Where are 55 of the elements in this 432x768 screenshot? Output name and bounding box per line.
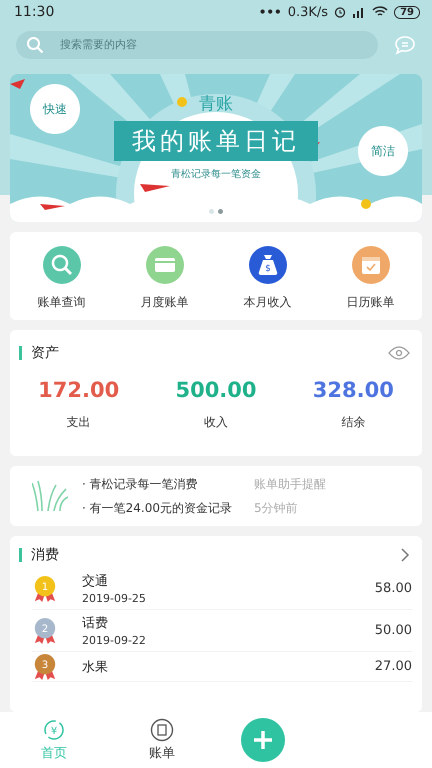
money-bag-icon: $ xyxy=(248,246,286,284)
message-icon[interactable] xyxy=(394,35,416,55)
brand-name: 青账 xyxy=(199,93,233,115)
search-icon xyxy=(26,36,44,54)
expense-name: 水果 xyxy=(82,658,109,676)
expense-name: 话费 xyxy=(82,615,109,632)
stat-label: 结余 xyxy=(341,414,366,431)
wifi-icon xyxy=(372,6,388,18)
expense-amount: 27.00 xyxy=(374,659,412,674)
expense-date: 2019-09-22 xyxy=(82,634,147,647)
notice-text: · 青松记录每一笔消费 xyxy=(82,476,199,492)
status-time: 11:30 xyxy=(14,4,54,20)
stat-value: 172.00 xyxy=(38,378,120,402)
expense-amount: 50.00 xyxy=(374,623,412,638)
status-dots: ••• xyxy=(258,5,282,19)
stat-label: 收入 xyxy=(204,414,228,431)
page-dot[interactable] xyxy=(209,209,214,214)
expense-name: 交通 xyxy=(82,573,109,590)
bubble-text: 快速 xyxy=(43,100,67,118)
eye-icon[interactable] xyxy=(388,346,410,360)
section-title: 资产 xyxy=(31,344,59,362)
notice-meta: 账单助手提醒 xyxy=(254,476,326,492)
grass-icon xyxy=(32,479,68,513)
banner[interactable]: 快速 简洁 青账 我的账单日记 青松记录每一笔资金 xyxy=(10,74,422,222)
banner-subtitle: 青松记录每一笔资金 xyxy=(171,168,261,181)
notice-meta: 5分钟前 xyxy=(254,500,299,516)
shortcut-item[interactable]: 账单查询 xyxy=(10,246,113,311)
search-field[interactable]: 搜索需要的内容 xyxy=(16,31,378,59)
battery-level: 79 xyxy=(394,6,420,18)
alarm-icon xyxy=(334,6,346,18)
expense-amount: 58.00 xyxy=(374,581,412,596)
yuan-icon: ¥ xyxy=(42,718,66,742)
stat-value: 500.00 xyxy=(175,378,257,402)
stat-label: 支出 xyxy=(66,414,91,431)
shortcut-label: 本月收入 xyxy=(244,294,292,311)
network-speed: 0.3K/s xyxy=(288,4,328,20)
chevron-right-icon[interactable] xyxy=(400,547,410,563)
search-input[interactable]: 搜索需要的内容 xyxy=(58,38,368,52)
notice-text: · 有一笔24.00元的资金记录 xyxy=(82,500,232,516)
shortcut-label: 账单查询 xyxy=(38,294,86,311)
shortcut-label: 月度账单 xyxy=(140,294,188,311)
shortcut-item[interactable]: 日历账单 xyxy=(319,246,422,311)
document-icon xyxy=(150,718,174,742)
bubble-text: 简洁 xyxy=(371,142,395,160)
banner-title: 我的账单日记 xyxy=(114,121,318,161)
expense-date: 2019-09-25 xyxy=(82,592,147,605)
shortcut-item[interactable]: $ 本月收入 xyxy=(216,246,319,311)
section-title: 消费 xyxy=(31,546,59,564)
stat-value: 328.00 xyxy=(312,378,394,402)
page-dot[interactable] xyxy=(218,209,223,214)
add-button[interactable] xyxy=(241,718,285,762)
plus-icon xyxy=(252,729,274,751)
shortcut-label: 日历账单 xyxy=(346,294,394,311)
shortcut-item[interactable]: 月度账单 xyxy=(113,246,216,311)
nav-tab[interactable]: 账单 xyxy=(108,718,216,762)
